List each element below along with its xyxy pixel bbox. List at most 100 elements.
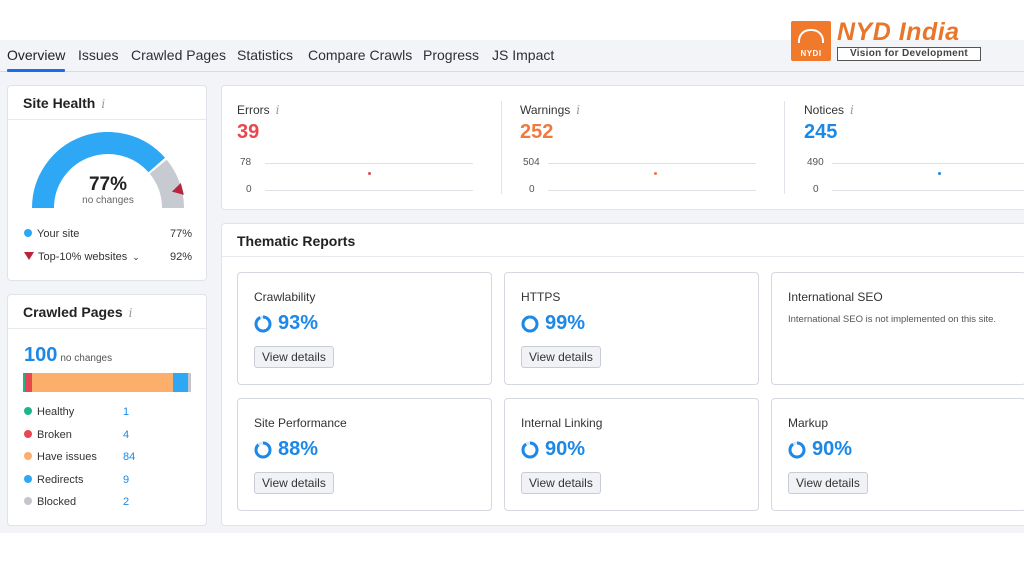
view-details-button[interactable]: View details [521,472,601,494]
info-icon[interactable]: i [129,306,133,320]
view-details-button[interactable]: View details [254,472,334,494]
metric-value[interactable]: 245 [804,121,837,144]
site-health-card: Site Health i 77% no changes Your site 77… [7,85,207,281]
report-tile-score: 90% [788,438,852,461]
sparkline-point[interactable] [938,172,941,175]
site-health-score: 77% [88,174,128,195]
bar-segment-have-issues[interactable] [32,373,173,392]
tab-overview[interactable]: Overview [7,47,65,63]
metric-label-text: Warnings [520,103,571,117]
crawled-row-count[interactable]: 4 [123,429,129,441]
bar-segment-broken[interactable] [25,373,32,392]
report-tile-markup[interactable]: Markup 90% View details [771,398,1024,511]
info-icon[interactable]: i [276,103,280,117]
crawled-row-count[interactable]: 9 [123,474,129,486]
sparkline-gridline [548,163,756,164]
view-details-button[interactable]: View details [254,346,334,368]
progress-ring-icon [788,441,806,458]
metric-notices[interactable]: Notices i 245 490 0 [804,86,1024,210]
crawled-row-label: Have issues [37,451,97,463]
report-tile-title: Site Performance [254,416,347,430]
bar-segment-redirects[interactable] [173,373,188,392]
tab-compare-crawls[interactable]: Compare Crawls [308,47,412,63]
metric-label: Notices i [804,103,854,117]
report-score-value: 90% [812,438,853,460]
tab-js-impact[interactable]: JS Impact [492,47,554,63]
top-websites-label: Top-10% websites [38,251,128,263]
progress-ring-icon [521,441,539,458]
report-tile-site-performance[interactable]: Site Performance 88% View details [237,398,492,511]
tab-crawled-pages[interactable]: Crawled Pages [131,47,226,63]
metric-value[interactable]: 39 [237,121,259,144]
chevron-down-icon[interactable]: ⌄ [132,252,140,263]
crawled-pages-title: Crawled Pages i [23,304,132,320]
crawled-row-redirects[interactable]: Redirects 9 [24,474,129,486]
crawled-row-count[interactable]: 84 [123,451,135,463]
report-tile-title: Crawlability [254,290,316,304]
legend-your-site: Your site 77% [24,228,192,240]
tab-statistics[interactable]: Statistics [237,47,293,63]
legend-top-websites[interactable]: Top-10% websites ⌄ 92% [24,251,192,263]
report-tile-title: HTTPS [521,290,561,304]
app-window: Overview Issues Crawled Pages Statistics… [0,40,1024,533]
sparkline-gridline [548,190,756,191]
nyd-india-logo: NYDI NYD India Vision for Development [791,18,983,63]
info-icon[interactable]: i [101,97,105,111]
info-icon[interactable]: i [576,103,580,117]
progress-ring-icon [521,315,539,332]
your-site-label: Your site [37,228,80,240]
metric-separator [784,101,785,194]
sparkline-point[interactable] [654,172,657,175]
crawled-pages-stacked-bar [23,373,191,392]
view-details-button[interactable]: View details [521,346,601,368]
status-dot-icon [24,452,32,460]
axis-min-label: 0 [813,184,819,195]
sparkline-gridline [265,190,473,191]
sparkline-gridline [265,163,473,164]
crawled-pages-card: Crawled Pages i 100 no changes Healthy 1 Bro… [7,294,207,526]
crawled-pages-total[interactable]: 100 no changes [24,344,112,367]
metric-warnings[interactable]: Warnings i 252 504 0 [520,86,780,210]
sparkline-point[interactable] [368,172,371,175]
logo-mark: NYDI [791,21,831,61]
your-site-value: 77% [169,228,192,240]
axis-min-label: 0 [529,184,535,195]
metric-errors[interactable]: Errors i 39 78 0 [237,86,497,210]
report-score-value: 88% [278,438,319,460]
card-divider [8,328,206,329]
tab-progress[interactable]: Progress [423,47,479,63]
site-health-change: no changes [82,195,134,206]
metric-label-text: Notices [804,103,845,117]
report-tile-https[interactable]: HTTPS 99% View details [504,272,759,385]
view-details-button[interactable]: View details [788,472,868,494]
crawled-row-blocked[interactable]: Blocked 2 [24,496,129,508]
top-websites-value: 92% [169,251,192,263]
crawled-row-have-issues[interactable]: Have issues 84 [24,451,135,463]
bar-segment-blocked[interactable] [188,373,191,392]
site-health-title-text: Site Health [23,95,96,111]
report-tile-score: 88% [254,438,318,461]
crawled-row-label: Blocked [37,496,77,508]
progress-ring-icon [254,441,272,458]
metric-separator [501,101,502,194]
status-dot-icon [24,475,32,483]
crawled-row-broken[interactable]: Broken 4 [24,429,129,441]
report-tile-score: 99% [521,312,585,335]
status-dot-icon [24,497,32,505]
progress-ring-icon [254,315,272,332]
report-tile-crawlability[interactable]: Crawlability 93% View details [237,272,492,385]
crawled-row-count[interactable]: 2 [123,496,129,508]
tab-issues[interactable]: Issues [78,47,118,63]
info-icon[interactable]: i [850,103,854,117]
logo-title: NYD India [837,18,960,46]
metric-label: Warnings i [520,103,580,117]
crawled-row-count[interactable]: 1 [123,406,129,418]
crawled-pages-count: 100 [24,344,58,366]
report-score-value: 90% [545,438,586,460]
thematic-reports-title: Thematic Reports [237,233,356,249]
metric-value[interactable]: 252 [520,121,553,144]
report-tile-international-seo[interactable]: International SEO International SEO is no… [771,272,1024,385]
crawled-row-healthy[interactable]: Healthy 1 [24,406,129,418]
report-tile-internal-linking[interactable]: Internal Linking 90% View details [504,398,759,511]
crawled-pages-title-text[interactable]: Crawled Pages [23,304,123,320]
